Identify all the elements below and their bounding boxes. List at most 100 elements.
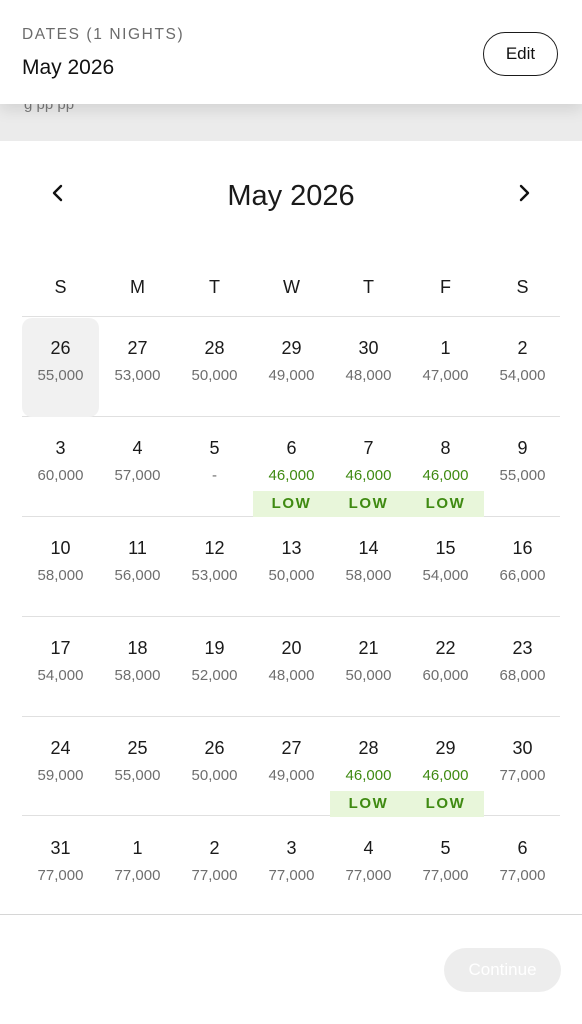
day-number: 2: [517, 338, 528, 358]
day-number: 28: [358, 738, 379, 758]
day-cell[interactable]: 29 46,000 LOW: [407, 718, 484, 817]
day-number: 27: [281, 738, 302, 758]
dates-label: DATES (1 NIGHTS): [22, 26, 185, 43]
day-price: 54,000: [422, 567, 469, 584]
day-cell[interactable]: 6 77,000: [484, 818, 561, 917]
weekday-label: M: [130, 277, 145, 297]
day-cell[interactable]: 17 54,000: [22, 618, 99, 717]
day-cell[interactable]: 26 50,000: [176, 718, 253, 817]
day-cell[interactable]: 24 59,000: [22, 718, 99, 817]
day-number: 8: [440, 438, 451, 458]
day-cell[interactable]: 8 46,000 LOW: [407, 418, 484, 517]
weekday-label: F: [440, 277, 451, 297]
day-number: 5: [440, 838, 451, 858]
calendar-page: DATES (1 NIGHTS) May 2026 Edit g pp pp M…: [0, 0, 582, 1024]
day-cell[interactable]: 23 68,000: [484, 618, 561, 717]
day-number: 1: [440, 338, 451, 358]
week-divider: [22, 316, 560, 317]
day-number: 14: [358, 538, 379, 558]
day-cell[interactable]: 21 50,000: [330, 618, 407, 717]
day-cell[interactable]: 25 55,000: [99, 718, 176, 817]
day-price: 77,000: [499, 767, 546, 784]
day-price: 50,000: [268, 567, 315, 584]
day-number: 21: [358, 638, 379, 658]
day-number: 25: [127, 738, 148, 758]
day-price: 49,000: [268, 767, 315, 784]
day-price: 58,000: [114, 667, 161, 684]
day-price: 77,000: [37, 867, 84, 884]
day-number: 20: [281, 638, 302, 658]
day-cell[interactable]: 13 50,000: [253, 518, 330, 617]
day-price: 52,000: [191, 667, 238, 684]
day-cell[interactable]: 18 58,000: [99, 618, 176, 717]
day-cell[interactable]: 1 47,000: [407, 318, 484, 417]
day-cell[interactable]: 5-: [176, 418, 253, 517]
day-number: 27: [127, 338, 148, 358]
day-price: 48,000: [345, 367, 392, 384]
day-cell[interactable]: 27 53,000: [99, 318, 176, 417]
day-cell[interactable]: 16 66,000: [484, 518, 561, 617]
day-cell[interactable]: 3 60,000: [22, 418, 99, 517]
day-number: 29: [281, 338, 302, 358]
day-cell[interactable]: 27 49,000: [253, 718, 330, 817]
day-cell[interactable]: 2 77,000: [176, 818, 253, 917]
day-price: 47,000: [422, 367, 469, 384]
day-cell[interactable]: 2 54,000: [484, 318, 561, 417]
day-number: 26: [50, 338, 71, 358]
day-price: 46,000: [345, 767, 392, 784]
month-title: May 2026: [227, 180, 355, 212]
day-cell[interactable]: 4 77,000: [330, 818, 407, 917]
day-number: 22: [435, 638, 456, 658]
day-price: 50,000: [345, 667, 392, 684]
low-price-badge: LOW: [407, 491, 484, 517]
day-cell[interactable]: 22 60,000: [407, 618, 484, 717]
day-cell[interactable]: 4 57,000: [99, 418, 176, 517]
day-cell[interactable]: 19 52,000: [176, 618, 253, 717]
day-cell[interactable]: 14 58,000: [330, 518, 407, 617]
continue-button[interactable]: Continue: [444, 948, 561, 992]
day-cell[interactable]: 9 55,000: [484, 418, 561, 517]
day-price: 57,000: [114, 467, 161, 484]
day-price: 77,000: [268, 867, 315, 884]
footer-divider: [0, 914, 582, 915]
day-price: 54,000: [37, 667, 84, 684]
day-cell[interactable]: 7 46,000 LOW: [330, 418, 407, 517]
day-cell[interactable]: 3 77,000: [253, 818, 330, 917]
day-cell[interactable]: 6 46,000 LOW: [253, 418, 330, 517]
day-number: 29: [435, 738, 456, 758]
day-price: 59,000: [37, 767, 84, 784]
low-price-badge: LOW: [253, 491, 330, 517]
header: DATES (1 NIGHTS) May 2026 Edit: [0, 0, 582, 104]
day-cell[interactable]: 1 77,000: [99, 818, 176, 917]
day-cell[interactable]: 15 54,000: [407, 518, 484, 617]
day-number: 3: [286, 838, 297, 858]
day-cell[interactable]: 11 56,000: [99, 518, 176, 617]
day-price: 77,000: [499, 867, 546, 884]
low-price-badge: LOW: [330, 491, 407, 517]
day-cell[interactable]: 10 58,000: [22, 518, 99, 617]
day-number: 5: [209, 438, 220, 458]
day-price: 66,000: [499, 567, 546, 584]
day-cell[interactable]: 29 49,000: [253, 318, 330, 417]
next-month-button[interactable]: [509, 178, 539, 208]
chevron-right-icon: [519, 184, 530, 202]
day-cell[interactable]: 12 53,000: [176, 518, 253, 617]
day-cell[interactable]: 30 48,000: [330, 318, 407, 417]
day-cell[interactable]: 26 55,000: [22, 318, 99, 417]
day-cell[interactable]: 28 46,000 LOW: [330, 718, 407, 817]
weekday-label: T: [363, 277, 374, 297]
day-cell[interactable]: 20 48,000: [253, 618, 330, 717]
day-cell[interactable]: 31 77,000: [22, 818, 99, 917]
day-price: 50,000: [191, 767, 238, 784]
day-number: 16: [512, 538, 533, 558]
edit-button[interactable]: Edit: [483, 32, 558, 76]
day-cell[interactable]: 5 77,000: [407, 818, 484, 917]
day-cell[interactable]: 28 50,000: [176, 318, 253, 417]
day-number: 10: [50, 538, 71, 558]
day-number: 12: [204, 538, 225, 558]
day-price: 50,000: [191, 367, 238, 384]
day-number: 3: [55, 438, 66, 458]
day-cell[interactable]: 30 77,000: [484, 718, 561, 817]
day-number: 30: [512, 738, 533, 758]
day-price: 77,000: [345, 867, 392, 884]
